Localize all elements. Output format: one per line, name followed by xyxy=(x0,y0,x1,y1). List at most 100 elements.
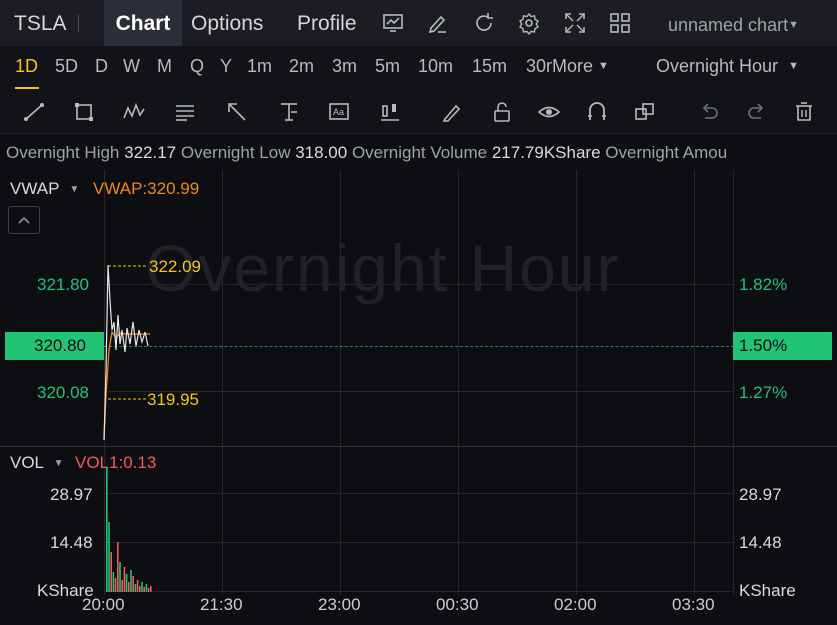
session-label: Overnight Hour xyxy=(656,56,779,76)
symbol-label: TSLA xyxy=(14,12,67,35)
tab-profile[interactable]: Profile xyxy=(297,0,357,46)
period-w[interactable]: W xyxy=(123,56,140,77)
trendline-icon[interactable] xyxy=(22,100,46,124)
volume-bar xyxy=(106,467,108,592)
volume-bar xyxy=(128,582,130,592)
volume-bar xyxy=(114,578,117,592)
vol-indicator-title[interactable]: VOL ▼ xyxy=(10,453,64,473)
grid-line xyxy=(104,542,734,543)
volume-bar xyxy=(136,580,139,592)
volume-bar xyxy=(132,576,134,592)
volume-tick: 14.48 xyxy=(739,533,782,552)
caret-down-icon: ▼ xyxy=(63,184,80,195)
period-q[interactable]: Q xyxy=(190,56,204,77)
chart-area[interactable]: Overnight Hour VWAP ▼ VWAP:320.99 321.80… xyxy=(0,170,837,625)
pattern-icon[interactable] xyxy=(122,100,146,124)
volume-tick: 14.48 xyxy=(50,533,93,552)
volume-bar xyxy=(134,584,137,592)
layout-icon[interactable] xyxy=(608,11,632,35)
settings-icon[interactable] xyxy=(517,11,541,35)
current-pct-badge: 1.50% xyxy=(733,332,832,360)
session-select[interactable]: Overnight Hour ▼ xyxy=(656,56,799,77)
caret-down-icon: ▼ xyxy=(788,19,799,31)
magnet-icon[interactable] xyxy=(585,100,609,124)
rectangle-icon[interactable] xyxy=(72,100,96,124)
volume-bar xyxy=(147,588,150,592)
period-15m[interactable]: 15m xyxy=(472,56,507,77)
pct-tick: 1.27% xyxy=(739,383,788,402)
arrow-icon[interactable] xyxy=(225,100,249,124)
more-periods-button[interactable]: More ▼ xyxy=(552,56,609,77)
measure-icon[interactable] xyxy=(277,100,301,124)
volume-unit: KShare xyxy=(739,581,796,600)
period-1m[interactable]: 1m xyxy=(247,56,272,77)
period-5d[interactable]: 5D xyxy=(55,56,78,77)
lock-icon[interactable] xyxy=(490,100,514,124)
grid-line xyxy=(733,170,734,595)
price-line-plot xyxy=(103,264,150,441)
period-d[interactable]: D xyxy=(95,56,108,77)
period-10m[interactable]: 10m xyxy=(418,56,453,77)
price-tick: 321.80 xyxy=(37,275,89,294)
vwap-value: VWAP:320.99 xyxy=(93,179,200,198)
current-price-badge: 320.80 xyxy=(5,332,104,360)
tab-chart[interactable]: Chart xyxy=(104,0,182,46)
pencil-icon[interactable] xyxy=(440,100,464,124)
tab-options[interactable]: Options xyxy=(191,0,263,46)
collapse-button[interactable] xyxy=(8,206,40,234)
volume-bar xyxy=(150,586,152,592)
undo-icon[interactable] xyxy=(697,100,721,124)
pane-divider[interactable] xyxy=(0,446,837,447)
caret-down-icon: ▼ xyxy=(788,60,799,72)
volume-value: 217.79KShare xyxy=(491,143,601,162)
fib-icon[interactable] xyxy=(173,100,197,124)
svg-text:Aa: Aa xyxy=(333,107,344,117)
time-tick: 23:00 xyxy=(318,595,361,614)
vwap-line xyxy=(103,330,150,441)
drawing-toolbar: Aa xyxy=(0,90,837,134)
volume-bar xyxy=(110,552,112,592)
high-label: Overnight High xyxy=(6,143,120,162)
period-2m[interactable]: 2m xyxy=(289,56,314,77)
high-value: 322.17 xyxy=(124,143,177,162)
redo-icon[interactable] xyxy=(745,100,769,124)
volume-bar xyxy=(141,582,143,592)
trash-icon[interactable] xyxy=(792,100,816,124)
vwap-label: VWAP xyxy=(10,179,60,198)
volume-bars xyxy=(106,467,152,592)
draw-icon[interactable] xyxy=(426,11,450,35)
period-30m[interactable]: 30m xyxy=(526,56,552,77)
period-3m[interactable]: 3m xyxy=(332,56,357,77)
text-icon[interactable]: Aa xyxy=(327,100,351,124)
fullscreen-icon[interactable] xyxy=(563,11,587,35)
time-tick: 21:30 xyxy=(200,595,243,614)
chart-name-label: unnamed chart xyxy=(668,15,789,35)
current-price-line xyxy=(104,346,734,347)
position-icon[interactable] xyxy=(378,100,402,124)
period-5m[interactable]: 5m xyxy=(375,56,400,77)
chart-type-icon[interactable] xyxy=(381,11,405,35)
refresh-icon[interactable] xyxy=(472,11,496,35)
volume-bar xyxy=(123,567,126,592)
volume-bar xyxy=(125,574,128,592)
volume-bar xyxy=(121,580,123,592)
volume-bar xyxy=(143,587,145,592)
period-m[interactable]: M xyxy=(157,56,172,77)
time-tick: 03:30 xyxy=(672,595,715,614)
time-tick: 02:00 xyxy=(554,595,597,614)
volume-bar xyxy=(139,586,141,592)
volume-bar xyxy=(108,522,110,592)
divider xyxy=(78,15,79,32)
period-bar: 1D 5D D W M Q Y 1m 2m 3m 5m 10m 15m 30 m … xyxy=(0,46,837,90)
eye-icon[interactable] xyxy=(537,100,561,124)
chart-name-select[interactable]: unnamed chart▼ xyxy=(668,0,799,46)
session-watermark: Overnight Hour xyxy=(145,231,621,305)
vwap-indicator-title[interactable]: VWAP ▼ xyxy=(10,179,79,199)
period-1d[interactable]: 1D xyxy=(15,56,38,77)
layers-icon[interactable] xyxy=(633,100,657,124)
low-value: 318.00 xyxy=(295,143,348,162)
low-label: Overnight Low xyxy=(180,143,291,162)
period-y[interactable]: Y xyxy=(220,56,232,77)
volume-tick: 28.97 xyxy=(739,485,782,504)
header-bar: TSLA Chart Options Profile unnamed chart… xyxy=(0,0,837,46)
